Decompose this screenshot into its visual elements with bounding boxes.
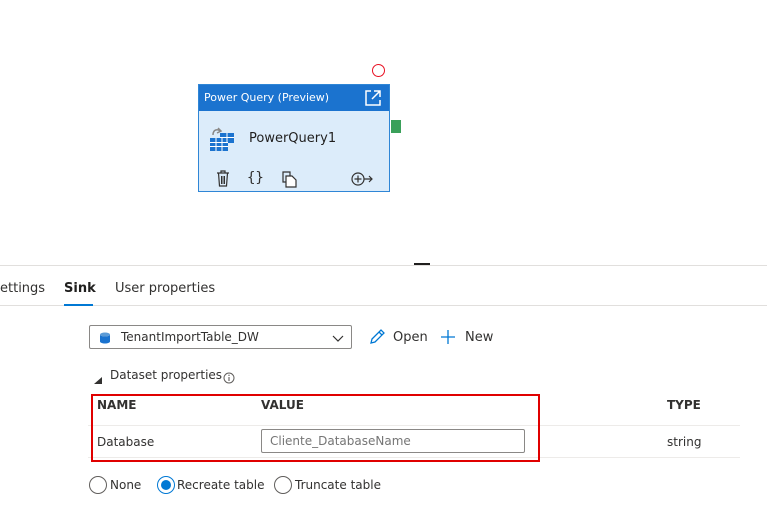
copy-icon[interactable]: [282, 171, 298, 188]
code-icon[interactable]: {}: [247, 170, 264, 186]
radio-truncate-table-label[interactable]: Truncate table: [295, 478, 381, 492]
status-circle-icon: [372, 64, 385, 77]
add-icon[interactable]: [440, 329, 456, 345]
column-header-type: TYPE: [667, 398, 701, 412]
collapse-caret-icon[interactable]: [93, 371, 103, 384]
activity-name: PowerQuery1: [249, 131, 337, 146]
tab-settings[interactable]: ettings: [0, 281, 45, 296]
radio-none[interactable]: [89, 476, 107, 494]
activity-type-label: Power Query (Preview): [204, 91, 330, 104]
info-icon[interactable]: [223, 369, 235, 384]
success-output-port[interactable]: [391, 120, 401, 133]
property-type: string: [667, 435, 702, 449]
resize-handle[interactable]: [414, 263, 430, 265]
radio-recreate-table[interactable]: [157, 476, 175, 494]
chevron-down-icon: [332, 332, 344, 342]
edit-icon[interactable]: [368, 328, 386, 346]
power-query-activity[interactable]: Power Query (Preview) PowerQuery1 {}: [198, 84, 390, 192]
new-dataset-button[interactable]: New: [465, 330, 493, 345]
power-query-icon: [208, 125, 238, 153]
open-external-icon[interactable]: [364, 89, 382, 107]
tab-sink[interactable]: Sink: [64, 281, 96, 296]
active-tab-indicator: [64, 304, 93, 306]
panel-divider: [0, 265, 767, 266]
activity-header: Power Query (Preview): [199, 85, 389, 111]
radio-none-label[interactable]: None: [110, 478, 141, 492]
radio-truncate-table[interactable]: [274, 476, 292, 494]
radio-recreate-table-label[interactable]: Recreate table: [177, 478, 264, 492]
add-output-icon[interactable]: [351, 171, 373, 187]
tabs-divider: [0, 305, 767, 306]
tab-user-properties[interactable]: User properties: [115, 281, 215, 296]
dataset-properties-title: Dataset properties: [110, 368, 223, 382]
open-dataset-button[interactable]: Open: [393, 330, 428, 345]
sink-dataset-select[interactable]: TenantImportTable_DW: [89, 325, 352, 349]
highlight-annotation: [91, 394, 540, 462]
delete-icon[interactable]: [215, 170, 231, 187]
sql-database-icon: [99, 332, 111, 344]
selected-dataset: TenantImportTable_DW: [121, 330, 259, 344]
